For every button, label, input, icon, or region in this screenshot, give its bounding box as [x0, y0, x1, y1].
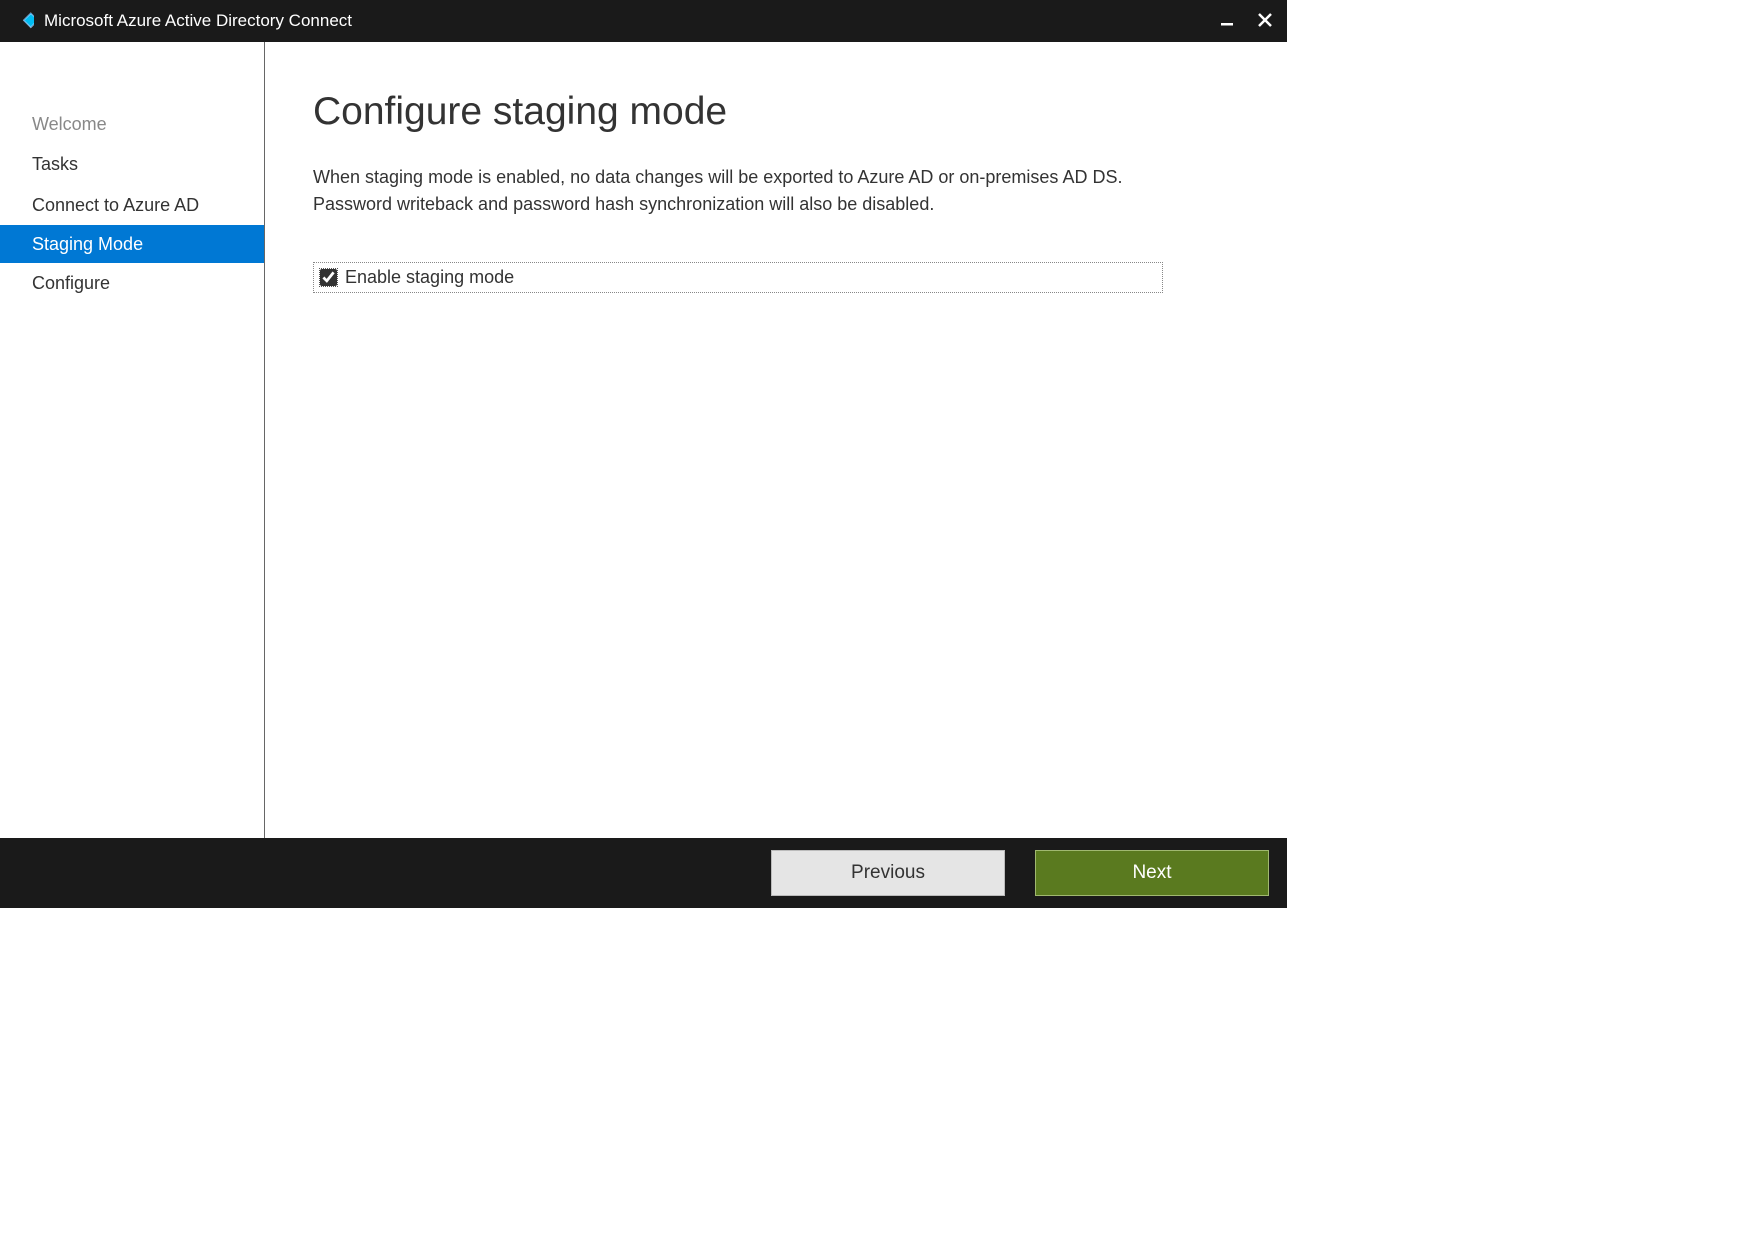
- sidebar-item-tasks[interactable]: Tasks: [0, 144, 264, 184]
- sidebar-item-label: Staging Mode: [32, 234, 143, 254]
- footer: Previous Next: [0, 838, 1287, 908]
- enable-staging-checkbox-row[interactable]: Enable staging mode: [313, 262, 1163, 293]
- minimize-icon[interactable]: [1217, 11, 1237, 32]
- page-heading: Configure staging mode: [313, 90, 1225, 134]
- sidebar-item-label: Configure: [32, 273, 110, 293]
- main-area: Welcome Tasks Connect to Azure AD Stagin…: [0, 42, 1287, 838]
- app-title: Microsoft Azure Active Directory Connect: [44, 11, 352, 31]
- sidebar-item-label: Welcome: [32, 114, 107, 134]
- sidebar-item-label: Tasks: [32, 154, 78, 174]
- sidebar-item-welcome[interactable]: Welcome: [0, 104, 264, 144]
- enable-staging-checkbox[interactable]: [320, 269, 337, 286]
- previous-button[interactable]: Previous: [771, 850, 1005, 896]
- close-icon[interactable]: [1255, 11, 1275, 32]
- page-description: When staging mode is enabled, no data ch…: [313, 164, 1173, 218]
- titlebar: Microsoft Azure Active Directory Connect: [0, 0, 1287, 42]
- sidebar-item-connect-azure-ad[interactable]: Connect to Azure AD: [0, 185, 264, 225]
- azure-logo-icon: [12, 10, 34, 32]
- sidebar: Welcome Tasks Connect to Azure AD Stagin…: [0, 42, 265, 838]
- sidebar-item-staging-mode[interactable]: Staging Mode: [0, 225, 264, 263]
- enable-staging-label[interactable]: Enable staging mode: [345, 267, 514, 288]
- next-button[interactable]: Next: [1035, 850, 1269, 896]
- content-pane: Configure staging mode When staging mode…: [265, 42, 1287, 838]
- sidebar-item-label: Connect to Azure AD: [32, 195, 199, 215]
- sidebar-item-configure[interactable]: Configure: [0, 263, 264, 303]
- window-controls: [1217, 0, 1275, 42]
